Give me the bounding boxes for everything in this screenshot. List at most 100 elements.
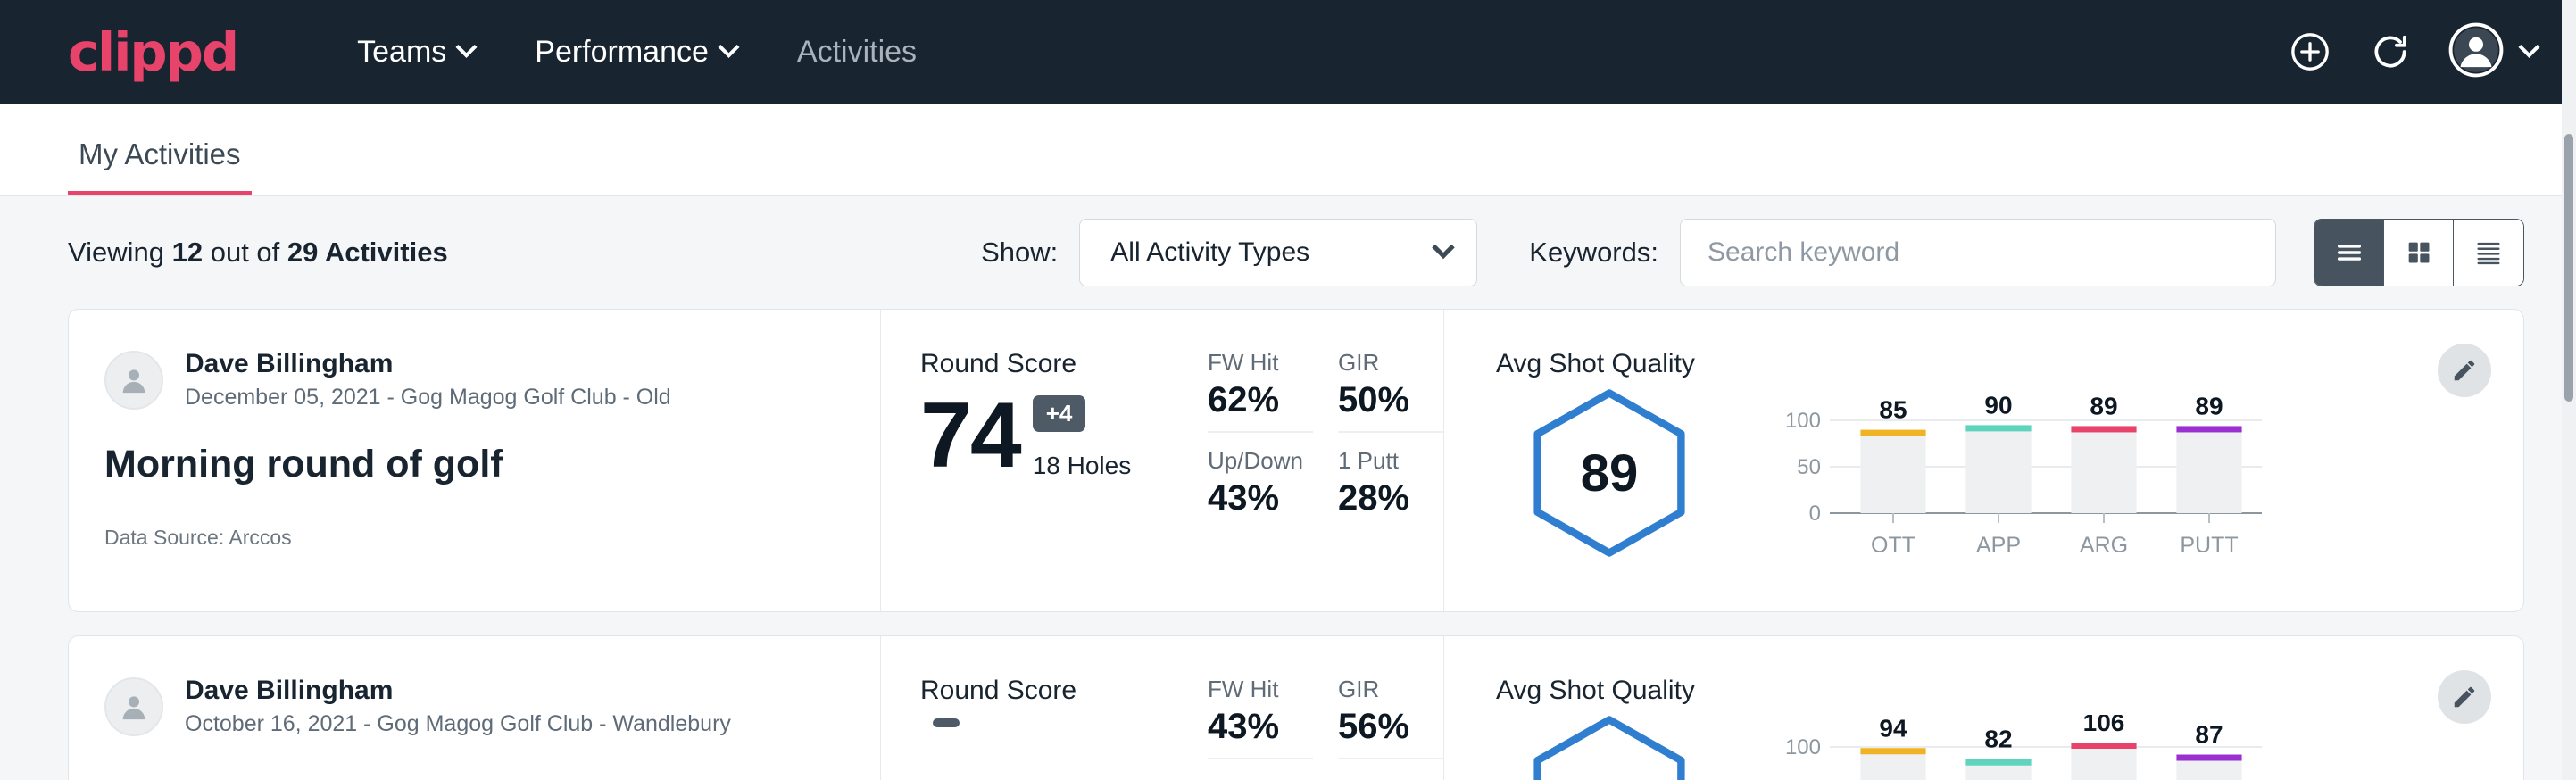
stat-label: GIR bbox=[1338, 349, 1443, 377]
avg-shot-quality-value: 89 bbox=[1526, 388, 1692, 558]
viewing-mid: out of bbox=[203, 236, 287, 268]
avg-shot-quality-label: Avg Shot Quality bbox=[1496, 676, 2523, 706]
scrollbar-thumb[interactable] bbox=[2564, 134, 2573, 402]
svg-text:100: 100 bbox=[1785, 735, 1821, 759]
avatar bbox=[104, 351, 163, 410]
avg-shot-quality-value bbox=[1526, 715, 1692, 780]
keywords-label: Keywords: bbox=[1529, 236, 1658, 269]
nav-actions bbox=[2288, 22, 2537, 82]
stat-fw-hit: FW Hit 43% bbox=[1208, 676, 1313, 774]
svg-text:85: 85 bbox=[1879, 396, 1907, 424]
nav-item-label: Performance bbox=[535, 35, 709, 70]
stat-up-down bbox=[1208, 774, 1313, 777]
stat-label: 1 Putt bbox=[1338, 447, 1443, 475]
list-view-button[interactable] bbox=[2314, 220, 2384, 286]
round-score-row: 74 +4 18 Holes bbox=[920, 392, 1202, 480]
svg-text:106: 106 bbox=[2083, 715, 2125, 736]
stat-label: FW Hit bbox=[1208, 349, 1313, 377]
filter-toolbar: Viewing 12 out of 29 Activities Show: Al… bbox=[0, 196, 2576, 309]
svg-text:90: 90 bbox=[1984, 391, 2012, 419]
holes-played: 18 Holes bbox=[1033, 452, 1132, 480]
viewing-count: 12 bbox=[172, 236, 203, 268]
activity-info: Dave Billingham December 05, 2021 - Gog … bbox=[69, 310, 881, 611]
stat-label: GIR bbox=[1338, 676, 1443, 703]
stat-up-down: Up/Down 43% bbox=[1208, 447, 1313, 519]
show-label: Show: bbox=[981, 236, 1058, 269]
player-name: Dave Billingham bbox=[185, 676, 731, 706]
activity-card[interactable]: Dave Billingham December 05, 2021 - Gog … bbox=[68, 309, 2524, 612]
svg-text:50: 50 bbox=[1797, 455, 1821, 479]
edit-activity-button[interactable] bbox=[2438, 670, 2491, 724]
avatar-menu[interactable] bbox=[2448, 22, 2537, 82]
svg-text:94: 94 bbox=[1879, 715, 1907, 742]
svg-text:PUTT: PUTT bbox=[2180, 533, 2238, 558]
shot-quality-hexagon: 89 bbox=[1526, 388, 1692, 558]
svg-text:0: 0 bbox=[1809, 502, 1821, 526]
round-score-label: Round Score bbox=[920, 676, 1202, 706]
search-input[interactable] bbox=[1680, 219, 2276, 286]
divider bbox=[1338, 431, 1443, 433]
tab-my-activities[interactable]: My Activities bbox=[68, 137, 252, 195]
stat-value: 28% bbox=[1338, 478, 1443, 519]
stat-value: 43% bbox=[1208, 707, 1313, 747]
stat-one-putt: 1 Putt 28% bbox=[1338, 447, 1443, 519]
activity-info: Dave Billingham October 16, 2021 - Gog M… bbox=[69, 636, 881, 780]
chevron-down-icon bbox=[456, 36, 478, 57]
nav-item-teams[interactable]: Teams bbox=[327, 24, 504, 80]
stat-value: 43% bbox=[1208, 478, 1313, 519]
stat-value: 56% bbox=[1338, 707, 1443, 747]
nav-item-label: Teams bbox=[357, 35, 446, 70]
svg-text:100: 100 bbox=[1785, 409, 1821, 433]
edit-activity-button[interactable] bbox=[2438, 344, 2491, 397]
app-logo[interactable]: clippd bbox=[68, 26, 237, 79]
svg-text:APP: APP bbox=[1976, 533, 2021, 558]
avg-shot-quality-label: Avg Shot Quality bbox=[1496, 349, 2523, 379]
tab-label: My Activities bbox=[79, 137, 241, 170]
stat-value: 62% bbox=[1208, 380, 1313, 420]
compact-view-button[interactable] bbox=[2454, 220, 2523, 286]
player-name: Dave Billingham bbox=[185, 349, 671, 379]
tab-bar: My Activities bbox=[0, 104, 2576, 196]
round-score-panel: Round Score 74 +4 18 Holes bbox=[881, 310, 1202, 611]
stat-gir: GIR 50% bbox=[1338, 349, 1443, 447]
page-scrollbar[interactable] bbox=[2562, 0, 2576, 780]
stat-gir: GIR 56% bbox=[1338, 676, 1443, 774]
viewing-total: 29 Activities bbox=[287, 236, 448, 268]
round-score-panel: Round Score bbox=[881, 636, 1202, 780]
player-row: Dave Billingham December 05, 2021 - Gog … bbox=[104, 349, 844, 411]
activity-data-source: Data Source: Arccos bbox=[104, 526, 844, 550]
stat-fw-hit: FW Hit 62% bbox=[1208, 349, 1313, 447]
activity-meta: October 16, 2021 - Gog Magog Golf Club -… bbox=[185, 711, 731, 737]
add-icon[interactable] bbox=[2288, 29, 2332, 74]
avatar bbox=[2448, 22, 2504, 82]
round-score-value: 74 bbox=[920, 392, 1020, 480]
viewing-summary: Viewing 12 out of 29 Activities bbox=[68, 236, 448, 269]
stat-label: Up/Down bbox=[1208, 447, 1313, 475]
score-differential-badge: +4 bbox=[1033, 395, 1086, 432]
chevron-down-icon bbox=[1433, 236, 1455, 259]
shot-quality-bar-chart: 05010085OTT90APP89ARG89PUTT bbox=[1771, 388, 2271, 567]
activity-type-select[interactable]: All Activity Types bbox=[1079, 219, 1477, 286]
stats-grid: FW Hit 43% GIR 56% bbox=[1202, 636, 1443, 780]
view-mode-toggle bbox=[2314, 219, 2524, 286]
nav-item-activities[interactable]: Activities bbox=[767, 24, 947, 80]
score-differential-badge bbox=[933, 718, 960, 727]
avg-shot-quality-panel: Avg Shot Quality 89 05010085OTT90APP89AR… bbox=[1443, 310, 2523, 611]
grid-view-button[interactable] bbox=[2384, 220, 2454, 286]
activity-title: Morning round of golf bbox=[104, 443, 844, 486]
refresh-icon[interactable] bbox=[2368, 29, 2413, 74]
chevron-down-icon bbox=[718, 36, 739, 57]
round-score-label: Round Score bbox=[920, 349, 1202, 379]
stat-value: 50% bbox=[1338, 380, 1443, 420]
svg-text:82: 82 bbox=[1984, 726, 2012, 753]
chevron-down-icon bbox=[2518, 36, 2539, 57]
activity-card[interactable]: Dave Billingham October 16, 2021 - Gog M… bbox=[68, 635, 2524, 780]
stat-one-putt bbox=[1338, 774, 1443, 777]
nav-item-performance[interactable]: Performance bbox=[504, 24, 767, 80]
avatar bbox=[104, 677, 163, 736]
svg-text:ARG: ARG bbox=[2080, 533, 2128, 558]
svg-text:89: 89 bbox=[2090, 392, 2117, 419]
player-row: Dave Billingham October 16, 2021 - Gog M… bbox=[104, 676, 844, 737]
divider bbox=[1208, 758, 1313, 759]
divider bbox=[1338, 758, 1443, 759]
